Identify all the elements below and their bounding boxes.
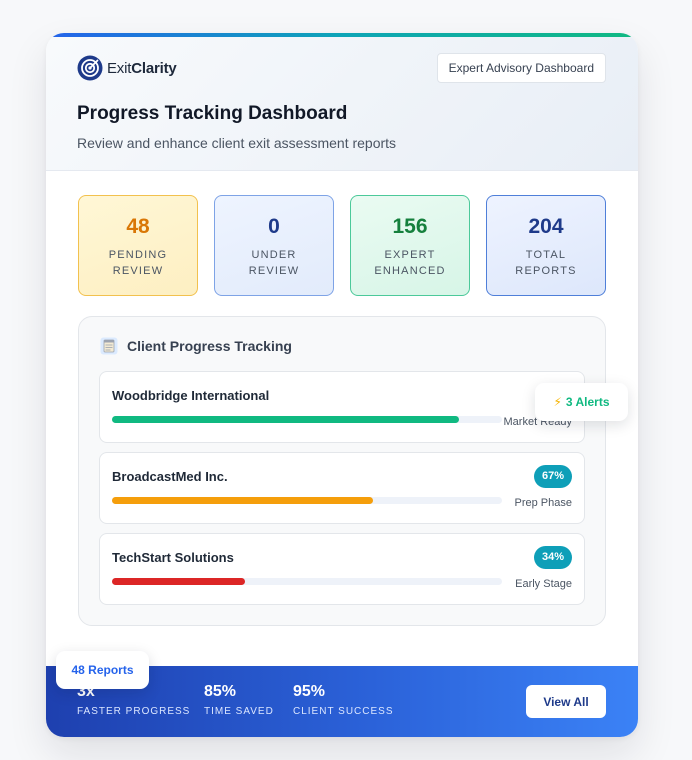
progress-fill — [112, 497, 374, 504]
reports-badge[interactable]: 48 Reports — [56, 651, 149, 689]
stat-label: TOTAL REPORTS — [515, 249, 577, 277]
alerts-badge[interactable]: ⚡ 3 Alerts — [535, 383, 628, 421]
metric-time-saved: 85% TIME SAVED — [204, 683, 274, 717]
progress-badge: 67% — [533, 465, 572, 488]
page-subtitle: Review and enhance client exit assessmen… — [77, 135, 397, 151]
header: ExitClarity Expert Advisory Dashboard Pr… — [46, 37, 638, 171]
panel-title: Client Progress Tracking — [127, 338, 292, 354]
target-icon — [77, 55, 103, 81]
stat-label: UNDER REVIEW — [248, 249, 300, 277]
metric-value: 85% — [204, 683, 237, 700]
metric-label: TIME SAVED — [204, 706, 274, 717]
view-all-button[interactable]: View All — [526, 685, 606, 718]
progress-badge: 34% — [533, 546, 572, 569]
progress-track — [112, 497, 502, 504]
page-title: Progress Tracking Dashboard — [77, 103, 348, 124]
lightning-icon: ⚡ — [553, 395, 562, 409]
client-stage: Early Stage — [515, 578, 572, 590]
client-row-techstart[interactable]: TechStart Solutions 34% Early Stage — [99, 533, 585, 605]
progress-track — [112, 578, 502, 585]
metric-label: FASTER PROGRESS — [77, 706, 191, 717]
metric-value: 95% — [293, 683, 326, 700]
client-name: TechStart Solutions — [112, 550, 234, 565]
progress-fill — [112, 578, 245, 585]
clipboard-icon — [100, 337, 118, 355]
progress-fill — [112, 416, 460, 423]
client-row-woodbridge[interactable]: Woodbridge International Market Ready — [99, 371, 585, 443]
stat-value: 0 — [268, 215, 280, 238]
metric-label: CLIENT SUCCESS — [293, 706, 394, 717]
alerts-label: 3 Alerts — [565, 395, 610, 409]
stat-label: PENDING REVIEW — [108, 249, 168, 277]
client-stage: Prep Phase — [514, 497, 572, 509]
stat-label: EXPERT ENHANCED — [374, 249, 446, 277]
client-row-broadcastmed[interactable]: BroadcastMed Inc. 67% Prep Phase — [99, 452, 585, 524]
stat-value: 204 — [528, 215, 564, 238]
stat-total-reports[interactable]: 204 TOTAL REPORTS — [486, 195, 606, 296]
panel-header: Client Progress Tracking — [100, 337, 292, 355]
client-progress-panel: Client Progress Tracking Woodbridge Inte… — [78, 316, 606, 626]
progress-track — [112, 416, 502, 423]
expert-advisory-button[interactable]: Expert Advisory Dashboard — [436, 53, 606, 83]
client-name: Woodbridge International — [112, 388, 270, 403]
stat-value: 48 — [126, 215, 150, 238]
stat-expert-enhanced[interactable]: 156 EXPERT ENHANCED — [350, 195, 470, 296]
brand-name: ExitClarity — [107, 59, 177, 77]
stats-row: 48 PENDING REVIEW 0 UNDER REVIEW 156 EXP… — [78, 195, 606, 296]
stat-value: 156 — [392, 215, 428, 238]
stat-pending-review[interactable]: 48 PENDING REVIEW — [78, 195, 198, 296]
client-name: BroadcastMed Inc. — [112, 469, 228, 484]
brand-logo[interactable]: ExitClarity — [77, 55, 177, 81]
metric-client-success: 95% CLIENT SUCCESS — [293, 683, 394, 717]
stat-under-review[interactable]: 0 UNDER REVIEW — [214, 195, 334, 296]
